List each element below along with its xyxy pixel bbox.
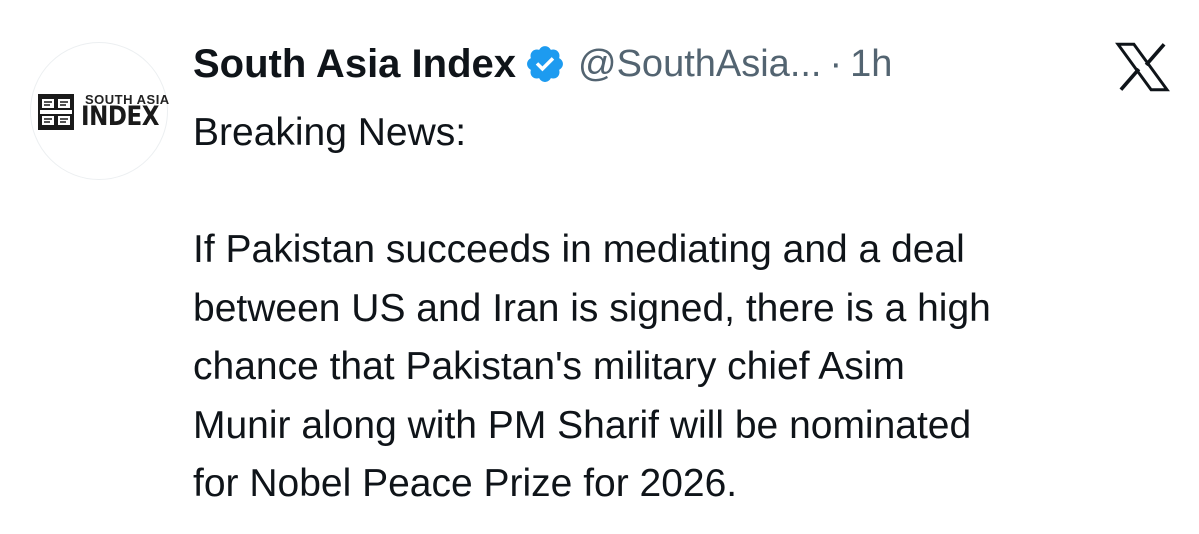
user-handle[interactable]: @SouthAsia... (578, 43, 821, 86)
tweet-line: between US and Iran is signed, there is … (193, 286, 991, 330)
timestamp[interactable]: 1h (850, 43, 892, 86)
tweet-line: for Nobel Peace Prize for 2026. (193, 462, 738, 505)
display-name[interactable]: South Asia Index (193, 42, 516, 87)
tweet-headline: Breaking News: (193, 111, 467, 154)
avatar[interactable]: SOUTH ASIA INDEX (30, 42, 169, 180)
tweet-header: South Asia Index @SouthAsia... · 1h (193, 38, 892, 90)
verified-badge-icon[interactable] (524, 43, 566, 85)
tweet-line: Munir along with PM Sharif will be nomin… (193, 403, 972, 447)
separator-dot: · (829, 42, 843, 85)
tweet-line: If Pakistan succeeds in mediating and a … (193, 228, 965, 271)
x-logo-icon[interactable] (1115, 42, 1170, 92)
south-asia-index-logo-icon (38, 94, 74, 130)
avatar-logo-big-text: INDEX (81, 101, 160, 132)
tweet-text: Breaking News: If Pakistan succeeds in m… (193, 104, 1183, 514)
paragraph-break (193, 163, 1183, 222)
tweet-card[interactable]: SOUTH ASIA INDEX South Asia Index @South… (0, 0, 1199, 534)
tweet-line: chance that Pakistan's military chief As… (193, 345, 905, 388)
